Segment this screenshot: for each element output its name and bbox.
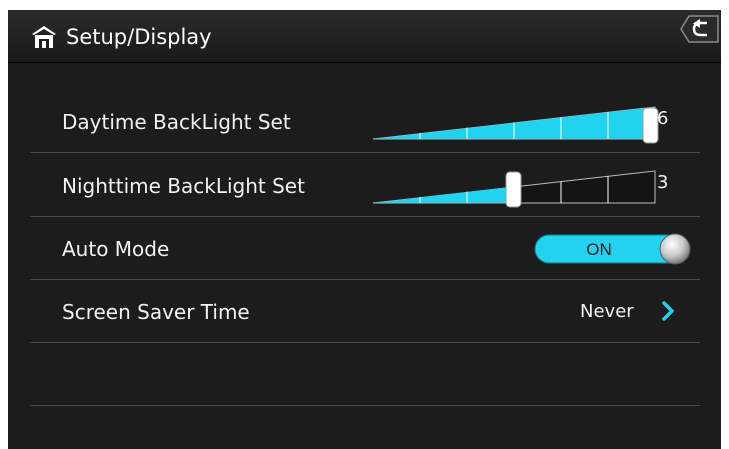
screen: Setup/Display Daytime BackLight Set 6 Ni… — [8, 10, 721, 449]
daytime-backlight-slider[interactable] — [373, 105, 673, 145]
auto-mode-state: ON — [586, 240, 612, 259]
screen-saver-row[interactable]: Screen Saver Time Never — [30, 279, 700, 343]
empty-row — [30, 342, 700, 406]
nighttime-backlight-row: Nighttime BackLight Set 3 — [30, 153, 700, 217]
auto-mode-row: Auto Mode ON — [30, 216, 700, 280]
page-title: Setup/Display — [66, 25, 212, 49]
daytime-backlight-row: Daytime BackLight Set 6 — [30, 89, 700, 153]
back-button[interactable] — [679, 14, 719, 44]
screen-saver-value: Never — [580, 301, 634, 322]
toggle-knob — [659, 233, 691, 265]
home-icon[interactable] — [31, 25, 57, 49]
nighttime-backlight-value: 3 — [657, 172, 669, 193]
nighttime-backlight-slider[interactable] — [373, 169, 673, 209]
auto-mode-label: Auto Mode — [62, 237, 170, 261]
chevron-right-icon[interactable] — [661, 298, 677, 324]
screen-saver-label: Screen Saver Time — [62, 300, 250, 324]
nighttime-backlight-handle[interactable] — [505, 171, 522, 208]
daytime-backlight-handle[interactable] — [642, 107, 659, 144]
daytime-backlight-label: Daytime BackLight Set — [62, 110, 291, 134]
daytime-backlight-value: 6 — [657, 108, 669, 129]
auto-mode-toggle[interactable]: ON — [534, 233, 696, 265]
back-arrow-icon — [680, 15, 719, 43]
nighttime-backlight-label: Nighttime BackLight Set — [62, 174, 305, 198]
title-bar: Setup/Display — [8, 10, 721, 63]
